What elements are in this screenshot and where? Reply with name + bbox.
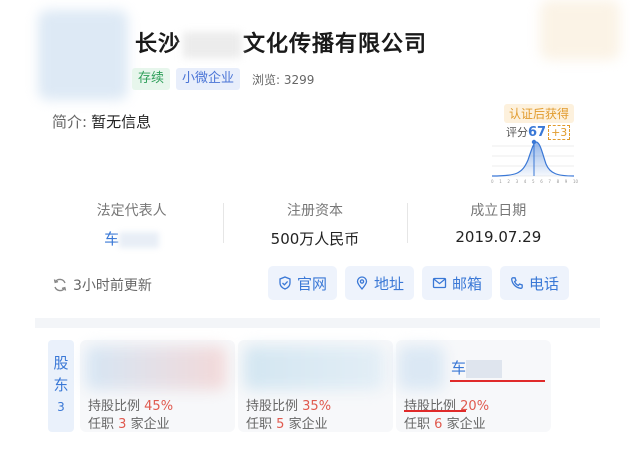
size-badge[interactable]: 小微企业 — [176, 68, 241, 90]
website-button[interactable]: 官网 — [268, 266, 338, 300]
score-marker-dot — [531, 139, 537, 145]
axis-tick-label: 5 — [532, 179, 535, 184]
company-logo — [38, 10, 128, 100]
stat-label: 法定代表人 — [96, 203, 167, 219]
stat-label: 成立日期 — [470, 203, 527, 219]
axis-tick-label: 2 — [507, 179, 510, 184]
stat-legal-rep[interactable]: 法定代表人 车 — [40, 195, 223, 255]
annotation-underline-share — [404, 410, 466, 412]
share-ratio: 持股比例 35% — [246, 399, 332, 414]
annotation-underline-name — [450, 380, 545, 382]
key-stats: 法定代表人 车 注册资本 500万人民币 成立日期 2019.07.29 — [40, 195, 590, 255]
axis-tick-label: 6 — [540, 179, 543, 184]
address-button[interactable]: 地址 — [345, 266, 415, 300]
shareholders-tab[interactable]: 股 东 3 — [48, 340, 74, 432]
axis-tick-label: 10 — [573, 179, 578, 184]
location-pin-icon — [356, 276, 368, 290]
refresh-icon — [53, 278, 67, 292]
axis-tick-label: 9 — [565, 179, 568, 184]
section-divider — [35, 318, 600, 328]
shareholder-name[interactable]: 车 — [451, 357, 503, 378]
axis-tick-label: 1 — [499, 179, 502, 184]
post-count: 任职 3 家企业 — [88, 417, 170, 432]
shareholder-card[interactable]: 持股比例 35% 任职 5 家企业 — [238, 340, 393, 432]
redacted-name-part — [119, 231, 160, 248]
certify-badge: 认证后获得 — [504, 104, 575, 123]
update-info[interactable]: 3小时前更新 — [52, 275, 152, 295]
axis-tick-label: 7 — [548, 179, 551, 184]
shareholder-avatar — [86, 346, 226, 390]
redacted-name-part — [183, 32, 242, 58]
stat-value[interactable]: 车 — [40, 228, 223, 249]
score-distribution-chart: 0 1 2 3 4 5 6 7 8 9 10 — [491, 139, 578, 184]
action-buttons: 官网 地址 邮箱 电话 — [268, 266, 570, 300]
axis-tick-label: 4 — [524, 179, 527, 184]
company-name: 长沙 文化传播有限公司 — [135, 32, 428, 58]
post-count: 任职 6 家企业 — [404, 417, 486, 432]
shareholder-card[interactable]: 车 持股比例 20% 任职 6 家企业 — [396, 340, 551, 432]
shareholder-avatar — [244, 346, 384, 390]
shareholder-avatar — [398, 346, 444, 390]
status-badge: 存续 — [132, 68, 171, 90]
axis-tick-label: 8 — [557, 179, 560, 184]
shield-check-icon — [279, 276, 291, 290]
post-count: 任职 5 家企业 — [246, 417, 328, 432]
redacted-name-part — [466, 359, 503, 378]
shareholder-card[interactable]: 持股比例 45% 任职 3 家企业 — [80, 340, 235, 432]
axis-tick-label: 3 — [516, 179, 519, 184]
shareholders-count: 3 — [57, 400, 65, 414]
email-button[interactable]: 邮箱 — [422, 266, 493, 300]
phone-icon — [511, 277, 523, 289]
axis-tick-label: 0 — [491, 179, 494, 184]
stat-label: 注册资本 — [286, 203, 343, 219]
share-ratio: 持股比例 45% — [88, 399, 174, 414]
company-tags: 存续 小微企业 浏览: 3299 — [132, 68, 314, 90]
mail-icon — [432, 277, 447, 289]
stat-founded-date: 成立日期 2019.07.29 — [406, 195, 590, 255]
score-widget[interactable]: 认证后获得 评分67 +3 0 1 2 3 4 5 6 7 8 9 10 — [488, 100, 578, 188]
stat-registered-capital: 注册资本 500万人民币 — [223, 195, 406, 255]
stat-value: 2019.07.29 — [455, 228, 542, 246]
company-intro: 简介: 暂无信息 — [52, 113, 152, 131]
stat-value: 500万人民币 — [270, 230, 360, 248]
phone-button[interactable]: 电话 — [500, 266, 570, 300]
view-count: 浏览: 3299 — [252, 72, 315, 87]
corner-decoration — [540, 0, 620, 60]
